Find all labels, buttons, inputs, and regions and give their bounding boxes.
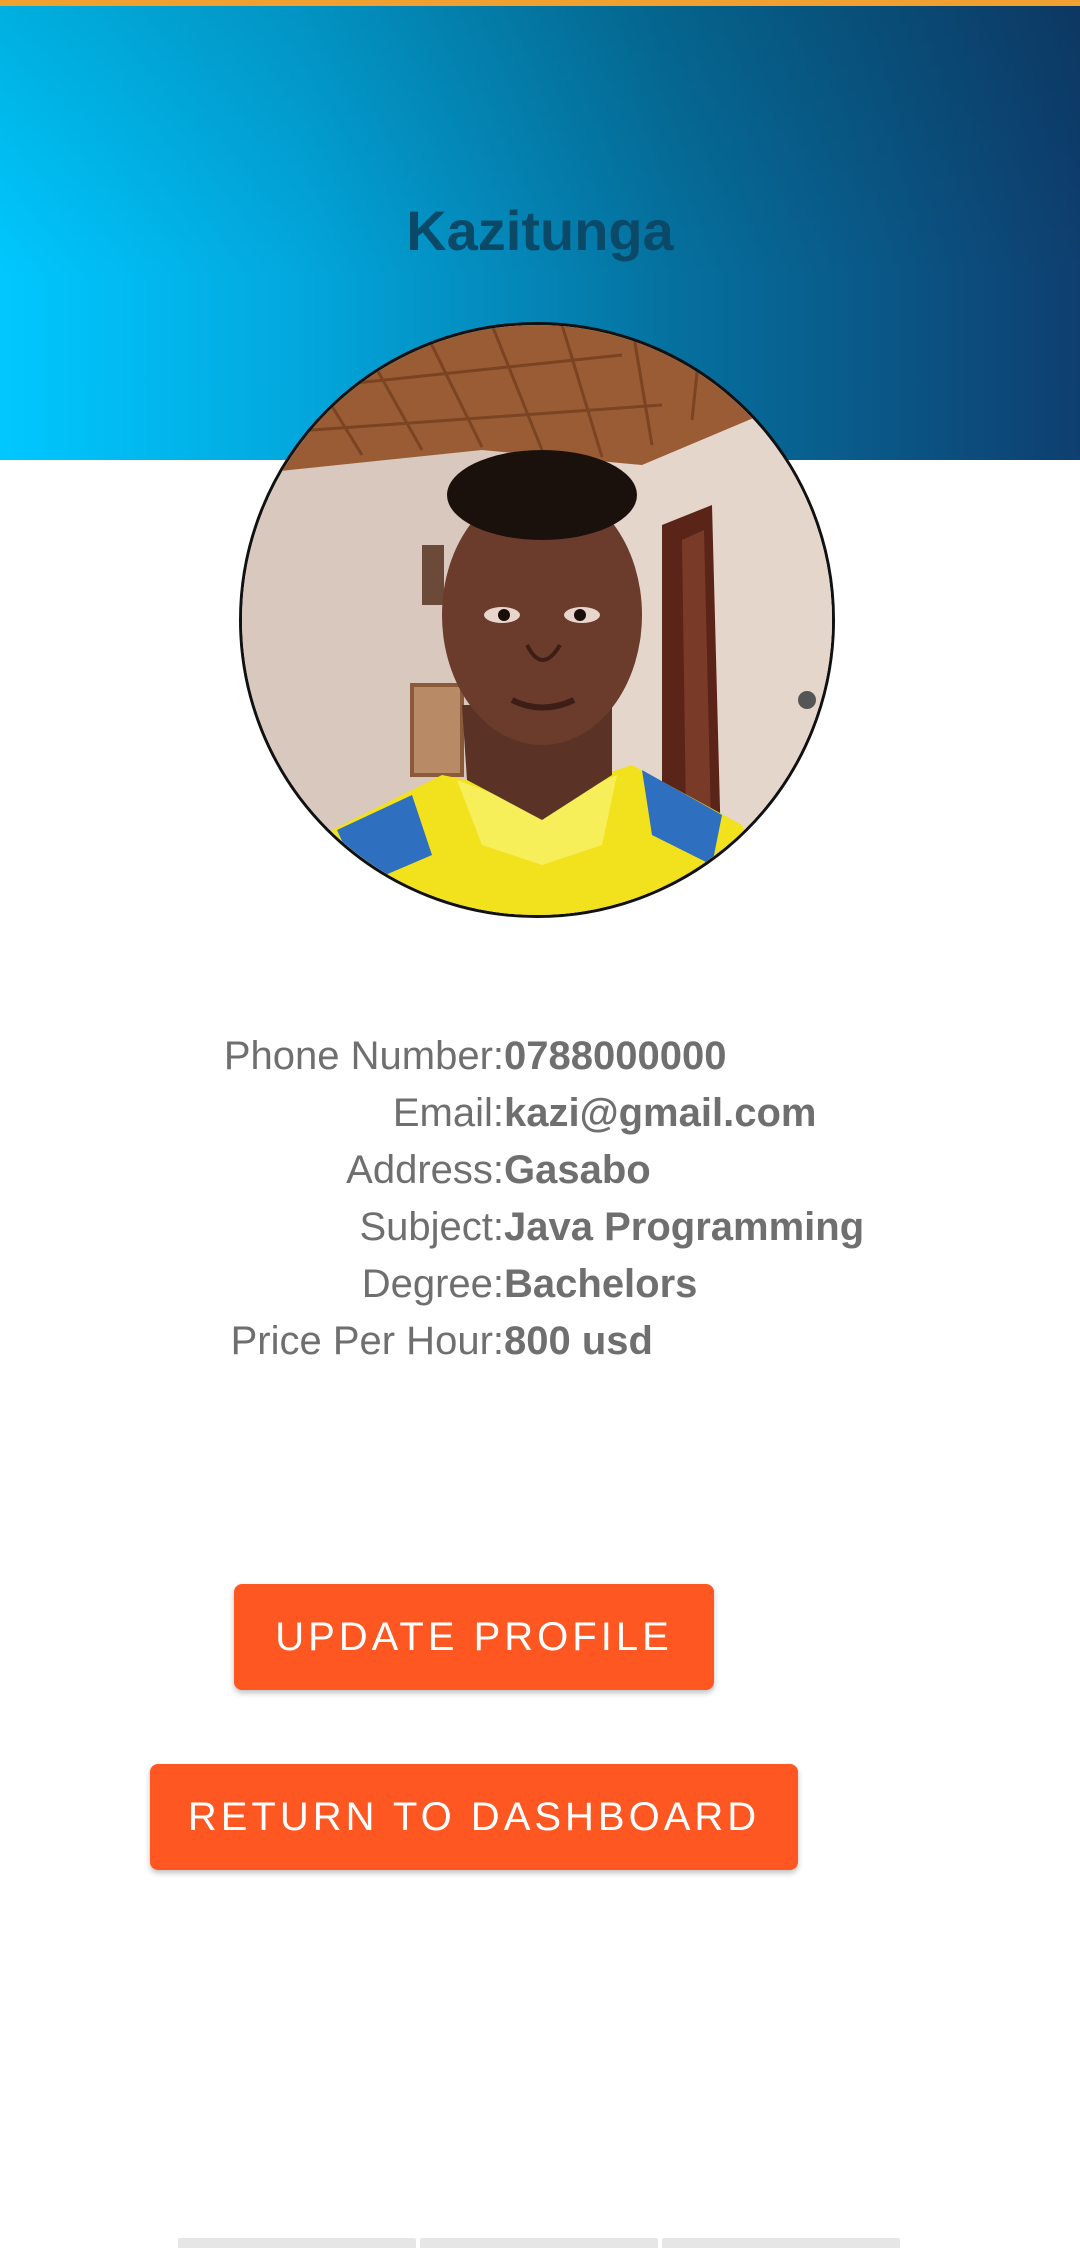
info-row-phone: Phone Number: 0788000000 [0,1030,1080,1082]
bottom-nav-hint [178,2238,900,2248]
info-row-subject: Subject: Java Programming [0,1201,1080,1253]
subject-label: Subject: [359,1205,504,1249]
profile-avatar [239,322,835,918]
profile-screen: Kazitunga Phone Number: 0788000000 Email… [0,0,1080,2248]
info-row-degree: Degree: Bachelors [0,1258,1080,1310]
avatar-photo [242,325,832,915]
degree-value: Bachelors [504,1262,698,1306]
subject-value: Java Programming [504,1205,865,1249]
update-profile-button[interactable]: UPDATE PROFILE [234,1584,714,1690]
price-value: 800 usd [504,1319,653,1363]
price-label: Price Per Hour: [230,1319,504,1363]
profile-name: Kazitunga [406,199,674,262]
info-row-price: Price Per Hour: 800 usd [0,1315,1080,1367]
bottom-nav-segment [420,2238,658,2248]
phone-value: 0788000000 [504,1034,727,1078]
bottom-nav-segment [662,2238,900,2248]
bottom-nav-segment [178,2238,416,2248]
info-row-address: Address: Gasabo [0,1144,1080,1196]
email-value: kazi@gmail.com [504,1091,817,1135]
degree-label: Degree: [361,1262,504,1306]
phone-label: Phone Number: [223,1034,504,1078]
email-label: Email: [392,1091,504,1135]
address-label: Address: [346,1148,504,1192]
address-value: Gasabo [504,1148,651,1192]
return-to-dashboard-button[interactable]: RETURN TO DASHBOARD [150,1764,798,1870]
info-row-email: Email: kazi@gmail.com [0,1087,1080,1139]
